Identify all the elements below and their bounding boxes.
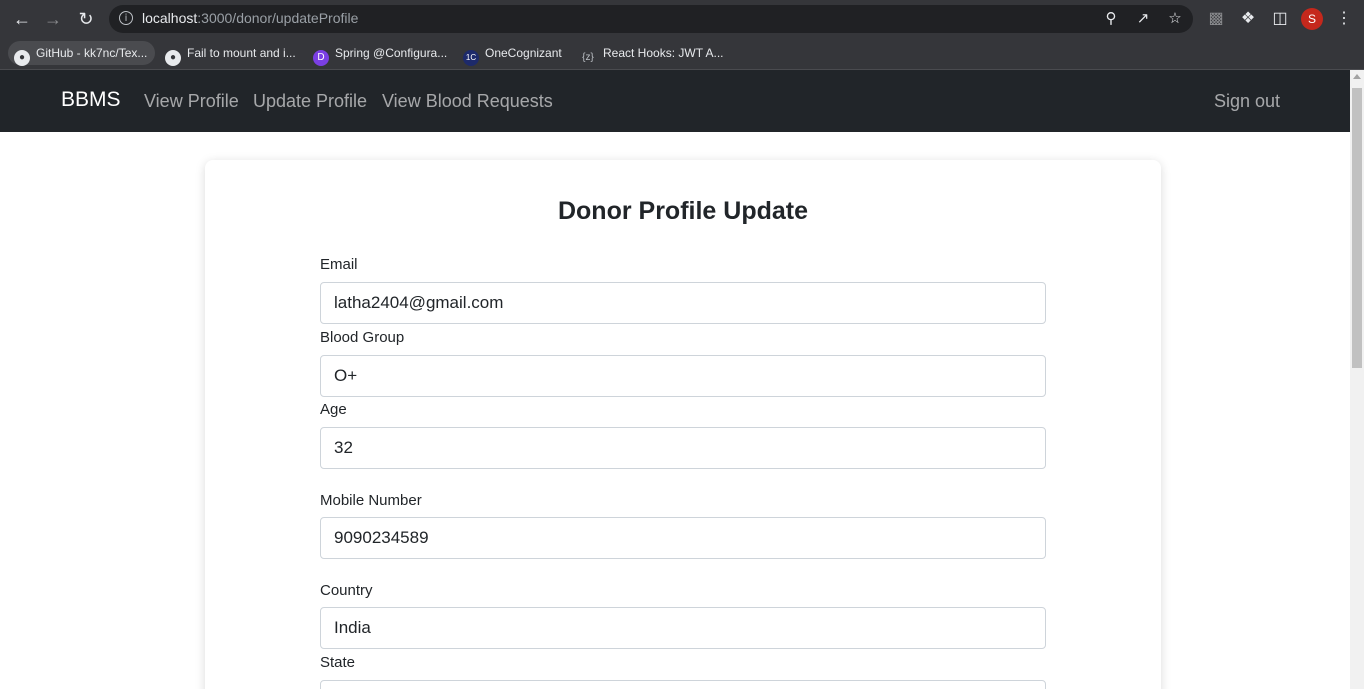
scroll-up-arrow-icon[interactable] (1353, 74, 1361, 79)
state-label: State (320, 654, 356, 671)
extensions-puzzle-icon[interactable]: ❖ (1237, 8, 1259, 30)
nav-update-profile[interactable]: Update Profile (253, 91, 367, 112)
share-icon[interactable]: ↗ (1133, 9, 1153, 29)
age-label: Age (320, 401, 347, 418)
spring-icon: D (313, 50, 329, 66)
browser-toolbar: ← → ↻ i localhost:3000/donor/updateProfi… (0, 0, 1364, 37)
mobile-number-label: Mobile Number (320, 492, 422, 509)
bookmark-item[interactable]: D Spring @Configura... (307, 41, 447, 66)
reload-icon[interactable]: ↻ (73, 6, 99, 32)
country-input[interactable]: India (320, 607, 1046, 649)
state-input[interactable] (320, 680, 1046, 689)
bookmark-item[interactable]: ● GitHub - kk7nc/Tex... (8, 41, 155, 66)
email-label: Email (320, 256, 358, 273)
github-icon: ● (14, 50, 30, 66)
brand-logo[interactable]: BBMS (61, 88, 121, 112)
onecognizant-icon: 1C (463, 50, 479, 66)
bookmark-star-icon[interactable]: ☆ (1165, 9, 1185, 29)
app-navbar: BBMS View Profile Update Profile View Bl… (0, 70, 1350, 132)
side-panel-icon[interactable]: ◫ (1269, 8, 1291, 30)
bookmark-item[interactable]: ● Fail to mount and i... (159, 41, 296, 66)
nav-view-profile[interactable]: View Profile (144, 91, 239, 112)
page-viewport: BBMS View Profile Update Profile View Bl… (0, 70, 1350, 689)
form-title: Donor Profile Update (557, 197, 808, 225)
back-arrow-icon[interactable]: ← (9, 6, 35, 32)
bookmark-item[interactable]: {z} React Hooks: JWT A... (573, 41, 723, 65)
bookmarks-bar: ● GitHub - kk7nc/Tex... ● Fail to mount an… (0, 37, 1364, 70)
age-input[interactable]: 32 (320, 427, 1046, 469)
blood-group-input[interactable]: O+ (320, 355, 1046, 397)
profile-form-card: Donor Profile Update Email latha2404@gma… (205, 160, 1161, 689)
github-icon: ● (165, 50, 181, 66)
nav-view-blood-requests[interactable]: View Blood Requests (382, 91, 553, 112)
address-bar[interactable]: i localhost:3000/donor/updateProfile ⚲ ↗… (109, 5, 1193, 33)
zoom-icon[interactable]: ⚲ (1101, 9, 1121, 29)
url-text[interactable]: localhost:3000/donor/updateProfile (142, 10, 358, 26)
blood-group-label: Blood Group (320, 329, 405, 346)
site-info-icon[interactable]: i (119, 11, 133, 25)
sign-out-link[interactable]: Sign out (1214, 91, 1280, 112)
scroll-thumb[interactable] (1352, 88, 1362, 368)
kebab-menu-icon[interactable]: ⋮ (1333, 8, 1355, 30)
country-label: Country (320, 582, 373, 599)
profile-avatar[interactable]: S (1301, 8, 1323, 30)
brackets-icon: {z} (582, 52, 594, 63)
page-scrollbar[interactable] (1350, 70, 1364, 689)
bookmark-item[interactable]: 1C OneCognizant (457, 41, 562, 66)
analytics-extension-icon[interactable]: ▩ (1205, 8, 1227, 30)
forward-arrow-icon[interactable]: → (40, 6, 66, 32)
mobile-number-input[interactable]: 9090234589 (320, 517, 1046, 559)
email-input[interactable]: latha2404@gmail.com (320, 282, 1046, 324)
